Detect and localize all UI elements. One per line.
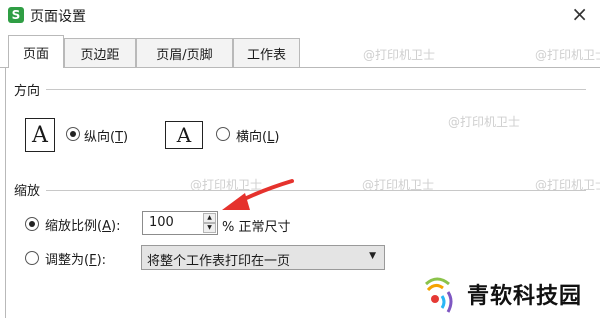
annotation-arrow-icon (222, 179, 294, 210)
signal-icon (424, 277, 453, 313)
brand-logo: 青软科技园 (423, 272, 593, 314)
brand-logo-text: 青软科技园 (467, 284, 583, 309)
tab-page[interactable]: 页面 (8, 35, 64, 68)
